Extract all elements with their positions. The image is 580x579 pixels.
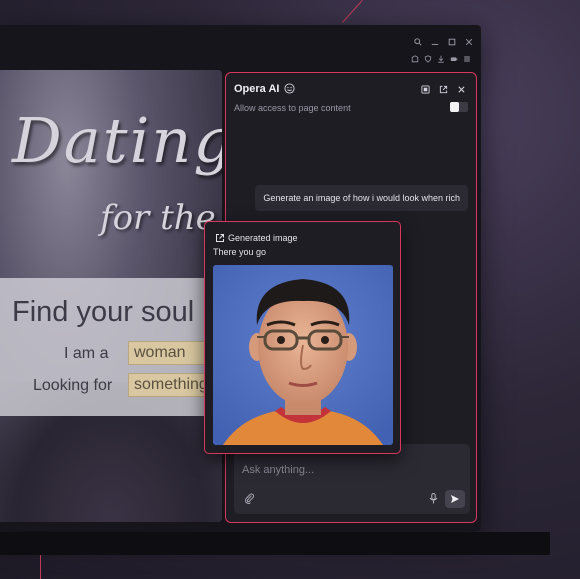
shield-icon[interactable] xyxy=(424,55,432,63)
send-button[interactable] xyxy=(445,490,465,508)
maximize-icon[interactable] xyxy=(448,38,456,46)
generated-image-card: Generated image There you go xyxy=(204,221,401,454)
search-form: Find your soul I am a woman Looking for … xyxy=(0,278,222,416)
panel-header-actions xyxy=(421,85,466,94)
hero-subtitle: for the xyxy=(100,198,216,238)
close-icon[interactable] xyxy=(465,38,473,46)
tab-icon[interactable] xyxy=(411,55,419,63)
menu-icon[interactable] xyxy=(463,55,471,63)
microphone-icon[interactable] xyxy=(429,493,438,504)
download-icon[interactable] xyxy=(437,55,445,63)
window-controls xyxy=(414,38,473,46)
page-access-label: Allow access to page content xyxy=(234,103,351,113)
hero-title: Dating xyxy=(12,104,222,177)
search-icon[interactable] xyxy=(414,38,422,46)
decorative-line xyxy=(341,0,363,23)
generated-portrait-image[interactable] xyxy=(213,265,393,445)
ask-input[interactable] xyxy=(242,464,422,476)
page-access-toggle[interactable] xyxy=(450,102,468,112)
webpage-viewport: Dating for the Find your soul I am a wom… xyxy=(0,70,222,522)
chat-input-area xyxy=(234,444,470,514)
form-heading: Find your soul xyxy=(12,296,195,328)
generated-image-label: Generated image xyxy=(228,233,298,243)
smile-icon[interactable] xyxy=(284,83,295,94)
seeking-label: Looking for xyxy=(33,377,113,394)
user-message: Generate an image of how i would look wh… xyxy=(255,185,468,211)
taskbar xyxy=(0,532,550,555)
image-export-icon[interactable] xyxy=(215,233,225,243)
close-icon[interactable] xyxy=(457,85,466,94)
panel-title: Opera AI xyxy=(234,83,280,95)
browser-toolbar xyxy=(411,55,471,63)
battery-icon[interactable] xyxy=(450,55,458,63)
gender-label: I am a xyxy=(64,345,109,362)
minimize-icon[interactable] xyxy=(431,38,439,46)
decorative-line xyxy=(40,555,41,579)
paperclip-icon[interactable] xyxy=(244,493,255,504)
external-link-icon[interactable] xyxy=(439,85,448,94)
ai-reply-text: There you go xyxy=(213,247,267,257)
copy-icon[interactable] xyxy=(421,85,430,94)
send-icon xyxy=(451,495,459,503)
